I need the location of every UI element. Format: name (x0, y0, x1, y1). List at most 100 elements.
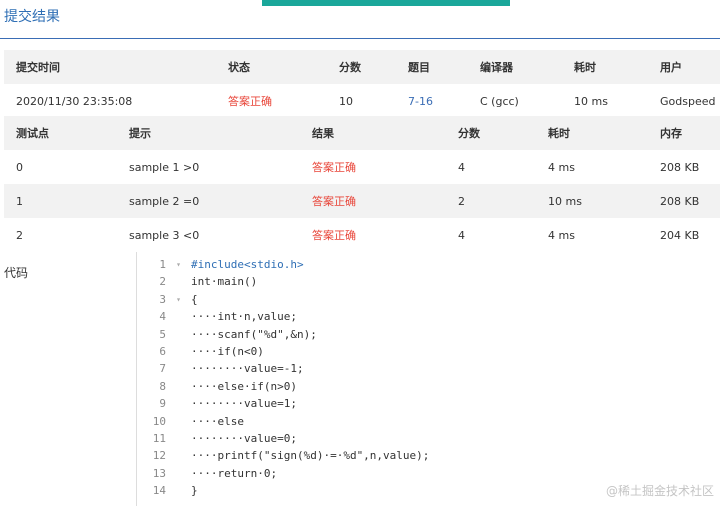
test-point-id: 0 (16, 160, 23, 174)
test-point-id: 2 (16, 228, 23, 242)
fold-arrow-icon (166, 378, 191, 395)
header-user: 用户 (660, 61, 682, 74)
top-accent-bar (262, 0, 510, 6)
fold-arrow-icon (166, 465, 191, 482)
line-number: 2 (159, 275, 166, 289)
code-divider (136, 252, 137, 506)
test-score: 2 (458, 194, 465, 208)
compiler: C (gcc) (480, 94, 519, 108)
table-row: 0 sample 1 >0 答案正确 4 4 ms 208 KB (4, 150, 720, 184)
fold-arrow-icon[interactable]: ▾ (166, 291, 191, 308)
test-time: 10 ms (548, 194, 582, 208)
summary-header-row: 提交时间 状态 分数 题目 编译器 耗时 用户 (4, 50, 720, 84)
line-number: 14 (152, 484, 166, 498)
code-line: 14} (140, 482, 580, 499)
test-point-id: 1 (16, 194, 23, 208)
code-line: 13 ····return·0; (140, 465, 580, 482)
code-line: 1 ▾ #include<stdio.h> (140, 256, 580, 273)
test-cases-table: 测试点 提示 结果 分数 耗时 内存 0 sample 1 >0 答案正确 4 … (4, 116, 720, 252)
line-number: 1 (159, 258, 166, 271)
submission-summary-table: 提交时间 状态 分数 题目 编译器 耗时 用户 2020/11/30 23:35… (4, 50, 720, 118)
title-divider (0, 38, 720, 39)
summary-row: 2020/11/30 23:35:08 答案正确 10 7-16 C (gcc)… (4, 84, 720, 118)
code-line: 8 ····else·if(n>0) (140, 378, 580, 395)
watermark: @稀土掘金技术社区 (605, 484, 714, 498)
code-text: ····else·if(n>0) (191, 379, 297, 393)
fold-arrow-icon (166, 482, 191, 499)
code-text: ····return·0; (191, 466, 278, 480)
fold-arrow-icon (166, 308, 191, 325)
test-memory: 204 KB (660, 228, 700, 242)
test-result: 答案正确 (312, 161, 356, 174)
code-line: 3 ▾{ (140, 291, 580, 308)
fold-arrow-icon (166, 430, 191, 447)
fold-arrow-icon (166, 343, 191, 360)
code-text: { (191, 292, 198, 306)
line-number: 12 (152, 449, 166, 463)
test-result: 答案正确 (312, 195, 356, 208)
header-submit-time: 提交时间 (16, 61, 60, 74)
test-result: 答案正确 (312, 229, 356, 242)
code-viewer[interactable]: 1 ▾ #include<stdio.h> 2 int·main() 3 ▾{4 ····in… (140, 256, 580, 499)
code-label: 代码 (4, 266, 29, 280)
fold-arrow-icon (166, 413, 191, 430)
code-line: 10 ····else (140, 413, 580, 430)
problem-link[interactable]: 7-16 (396, 84, 468, 118)
header-hint: 提示 (129, 127, 151, 140)
fold-arrow-icon (166, 395, 191, 412)
code-text: ····printf("sign(%d)·=·%d",n,value); (191, 449, 430, 463)
line-number: 3 (159, 292, 166, 306)
fold-arrow-icon[interactable]: ▾ (166, 256, 191, 273)
header-case-score: 分数 (458, 127, 480, 140)
fold-arrow-icon (166, 273, 191, 290)
table-row: 1 sample 2 =0 答案正确 2 10 ms 208 KB (4, 184, 720, 218)
test-hint: sample 3 <0 (129, 228, 200, 242)
user-name: Godspeed (660, 94, 716, 108)
code-line: 2 int·main() (140, 273, 580, 290)
code-line: 5 ····scanf("%d",&n); (140, 326, 580, 343)
code-line: 4 ····int·n,value; (140, 308, 580, 325)
test-score: 4 (458, 228, 465, 242)
code-text: ········value=1; (191, 397, 297, 411)
header-status: 状态 (228, 61, 250, 74)
submit-time: 2020/11/30 23:35:08 (16, 94, 133, 108)
code-text: } (191, 484, 198, 498)
code-text: ········value=0; (191, 431, 297, 445)
elapsed-time: 10 ms (574, 94, 608, 108)
code-text: ····int·n,value; (191, 310, 297, 324)
fold-arrow-icon (166, 360, 191, 377)
header-result: 结果 (312, 127, 334, 140)
header-score: 分数 (339, 61, 361, 74)
score: 10 (339, 94, 353, 108)
code-line: 12 ····printf("sign(%d)·=·%d",n,value); (140, 447, 580, 464)
fold-arrow-icon (166, 326, 191, 343)
table-row: 2 sample 3 <0 答案正确 4 4 ms 204 KB (4, 218, 720, 252)
code-text: ····scanf("%d",&n); (191, 327, 317, 341)
code-line: 7 ········value=-1; (140, 360, 580, 377)
page-title: 提交结果 (4, 9, 60, 25)
cases-header-row: 测试点 提示 结果 分数 耗时 内存 (4, 116, 720, 150)
header-time: 耗时 (574, 61, 596, 74)
test-hint: sample 2 =0 (129, 194, 200, 208)
line-number: 7 (159, 362, 166, 376)
test-time: 4 ms (548, 228, 575, 242)
line-number: 9 (159, 397, 166, 411)
status-accepted: 答案正确 (228, 95, 272, 108)
code-line: 11 ········value=0; (140, 430, 580, 447)
line-number: 5 (159, 327, 166, 341)
test-memory: 208 KB (660, 194, 700, 208)
header-compiler: 编译器 (480, 61, 513, 74)
test-score: 4 (458, 160, 465, 174)
line-number: 4 (159, 310, 166, 324)
code-text: ····else (191, 414, 244, 428)
code-line: 9 ········value=1; (140, 395, 580, 412)
test-time: 4 ms (548, 160, 575, 174)
test-hint: sample 1 >0 (129, 160, 200, 174)
fold-arrow-icon (166, 447, 191, 464)
code-text: int·main() (191, 275, 258, 289)
test-memory: 208 KB (660, 160, 700, 174)
line-number: 13 (152, 466, 166, 480)
header-problem: 题目 (408, 61, 430, 74)
line-number: 10 (152, 414, 166, 428)
code-line: 6 ····if(n<0) (140, 343, 580, 360)
